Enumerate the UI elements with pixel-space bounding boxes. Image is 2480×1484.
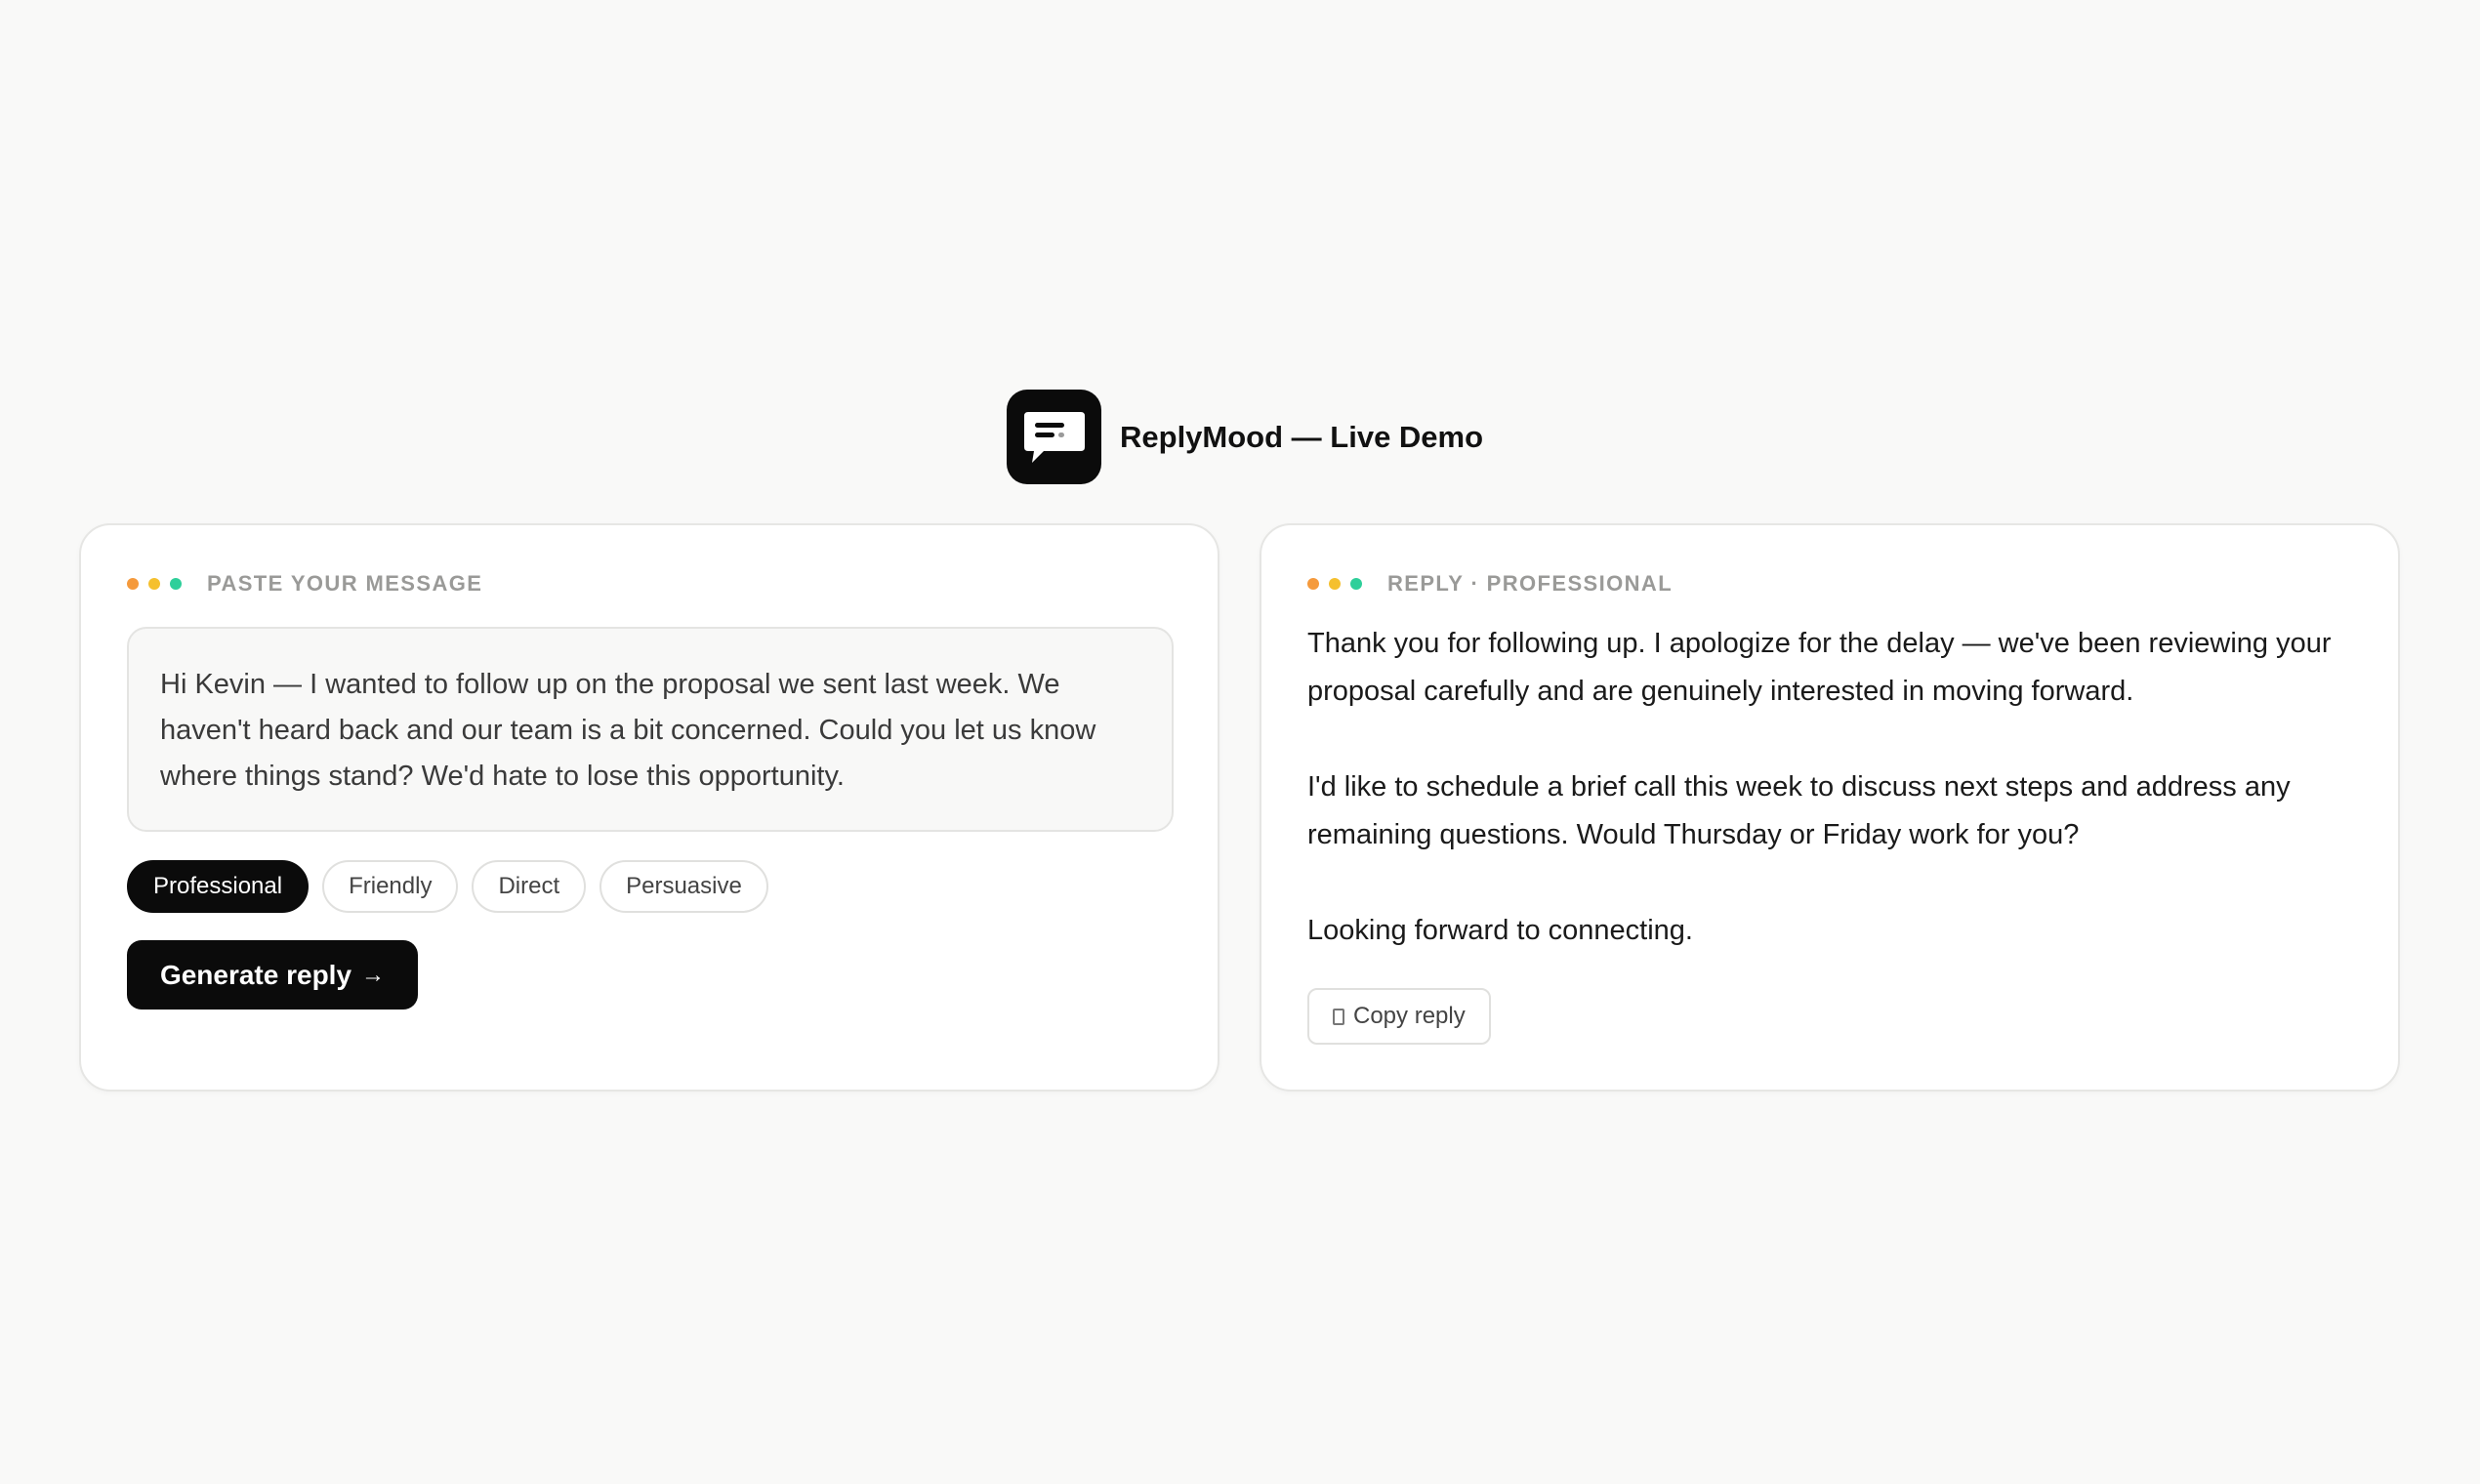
tone-chip-direct[interactable]: Direct bbox=[472, 860, 587, 913]
tone-selector: Professional Friendly Direct Persuasive bbox=[127, 860, 782, 913]
app-header: ReplyMood — Live Demo bbox=[1007, 390, 1483, 484]
reply-paragraph: Looking forward to connecting. bbox=[1307, 915, 1693, 946]
reply-card: REPLY · PROFESSIONAL Thank you for follo… bbox=[1260, 523, 2400, 1092]
input-card-header: PASTE YOUR MESSAGE bbox=[127, 571, 483, 596]
tone-chip-professional[interactable]: Professional bbox=[127, 860, 310, 913]
chat-bubble-icon bbox=[1007, 390, 1101, 484]
app-title: ReplyMood — Live Demo bbox=[1120, 419, 1484, 454]
window-dot-yellow bbox=[148, 578, 160, 590]
generate-reply-label: Generate reply bbox=[159, 959, 352, 990]
reply-card-header: REPLY · PROFESSIONAL bbox=[1307, 571, 1674, 596]
tone-chip-persuasive[interactable]: Persuasive bbox=[599, 860, 768, 913]
window-dot-orange bbox=[1307, 578, 1319, 590]
reply-card-label: REPLY · PROFESSIONAL bbox=[1387, 571, 1674, 596]
window-dot-green bbox=[1350, 578, 1362, 590]
reply-paragraph: Thank you for following up. I apologize … bbox=[1307, 628, 2332, 707]
input-card: PASTE YOUR MESSAGE Hi Kevin — I wanted t… bbox=[79, 523, 1219, 1092]
copy-reply-button[interactable]: Copy reply bbox=[1307, 988, 1491, 1045]
copy-reply-label: Copy reply bbox=[1353, 1003, 1466, 1029]
tone-chip-friendly[interactable]: Friendly bbox=[322, 860, 459, 913]
message-input[interactable]: Hi Kevin — I wanted to follow up on the … bbox=[127, 627, 1174, 832]
window-dot-orange bbox=[127, 578, 139, 590]
generate-reply-button[interactable]: Generate reply → bbox=[127, 940, 418, 1010]
reply-paragraph: I'd like to schedule a brief call this w… bbox=[1307, 771, 2291, 850]
reply-text: Thank you for following up. I apologize … bbox=[1307, 620, 2362, 955]
window-dot-yellow bbox=[1329, 578, 1341, 590]
window-dot-green bbox=[170, 578, 182, 590]
arrow-right-icon: → bbox=[361, 961, 386, 988]
copy-icon bbox=[1333, 1008, 1344, 1025]
input-card-label: PASTE YOUR MESSAGE bbox=[207, 571, 483, 596]
